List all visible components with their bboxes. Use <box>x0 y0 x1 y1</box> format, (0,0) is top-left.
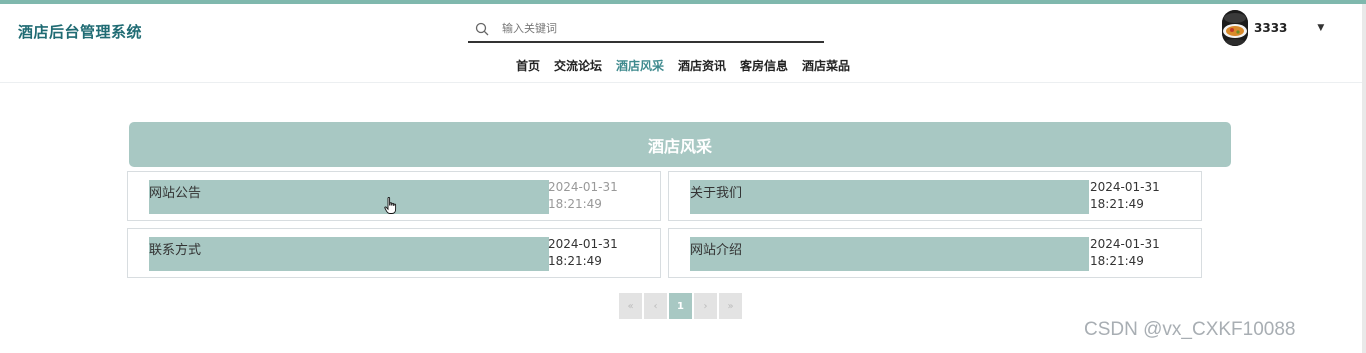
site-title[interactable]: 酒店后台管理系统 <box>18 21 142 42</box>
search-icon[interactable] <box>468 17 496 41</box>
nav-item-hotel-style[interactable]: 酒店风采 <box>616 57 664 74</box>
nav-item-forum[interactable]: 交流论坛 <box>554 57 602 74</box>
main-nav: 首页 交流论坛 酒店风采 酒店资讯 客房信息 酒店菜品 <box>0 55 1366 74</box>
card-date: 2024-01-31 18:21:49 <box>1090 179 1162 213</box>
card-title-bar[interactable]: 网站介绍 <box>690 237 1089 271</box>
scrollbar[interactable] <box>1362 4 1366 353</box>
card-date: 2024-01-31 18:21:49 <box>548 236 620 270</box>
hand-cursor-icon <box>384 197 397 214</box>
search-input[interactable] <box>502 17 802 40</box>
nav-item-room-info[interactable]: 客房信息 <box>740 57 788 74</box>
watermark: CSDN @vx_CXKF10088 <box>1084 319 1296 340</box>
list-item[interactable]: 关于我们 2024-01-31 18:21:49 <box>668 171 1202 221</box>
nav-item-hotel-news[interactable]: 酒店资讯 <box>678 57 726 74</box>
card-title[interactable]: 网站公告 <box>149 182 201 201</box>
card-date-time: 18:21:49 <box>548 254 602 268</box>
card-title[interactable]: 关于我们 <box>690 182 742 201</box>
search-box <box>468 16 824 43</box>
card-date-time: 18:21:49 <box>1090 197 1144 211</box>
card-date-day: 2024-01-31 <box>1090 237 1160 251</box>
card-date: 2024-01-31 18:21:49 <box>548 179 620 213</box>
card-title-bar[interactable]: 联系方式 <box>149 237 549 271</box>
card-date-time: 18:21:49 <box>548 197 602 211</box>
list-item[interactable]: 网站介绍 2024-01-31 18:21:49 <box>668 228 1202 278</box>
user-menu[interactable]: 3333 ▼ <box>1222 9 1324 47</box>
card-title-bar[interactable]: 网站公告 <box>149 180 549 214</box>
card-date-day: 2024-01-31 <box>548 237 618 251</box>
card-title[interactable]: 联系方式 <box>149 239 201 258</box>
section-banner: 酒店风采 <box>129 122 1231 167</box>
last-page-button[interactable]: » <box>719 293 742 319</box>
prev-page-button[interactable]: ‹ <box>644 293 667 319</box>
card-date-time: 18:21:49 <box>1090 254 1144 268</box>
next-page-button[interactable]: › <box>694 293 717 319</box>
nav-item-dishes[interactable]: 酒店菜品 <box>802 57 850 74</box>
pagination: « ‹ 1 › » <box>619 293 742 319</box>
avatar[interactable] <box>1222 10 1248 46</box>
card-title-bar[interactable]: 关于我们 <box>690 180 1089 214</box>
caret-down-icon[interactable]: ▼ <box>1317 23 1324 33</box>
card-title[interactable]: 网站介绍 <box>690 239 742 258</box>
list-item[interactable]: 联系方式 2024-01-31 18:21:49 <box>127 228 661 278</box>
card-date-day: 2024-01-31 <box>1090 180 1160 194</box>
page-1-button[interactable]: 1 <box>669 293 692 319</box>
card-date-day: 2024-01-31 <box>548 180 618 194</box>
section-title: 酒店风采 <box>647 136 712 156</box>
username[interactable]: 3333 <box>1254 21 1287 35</box>
card-date: 2024-01-31 18:21:49 <box>1090 236 1162 270</box>
first-page-button[interactable]: « <box>619 293 642 319</box>
nav-item-home[interactable]: 首页 <box>516 57 540 74</box>
